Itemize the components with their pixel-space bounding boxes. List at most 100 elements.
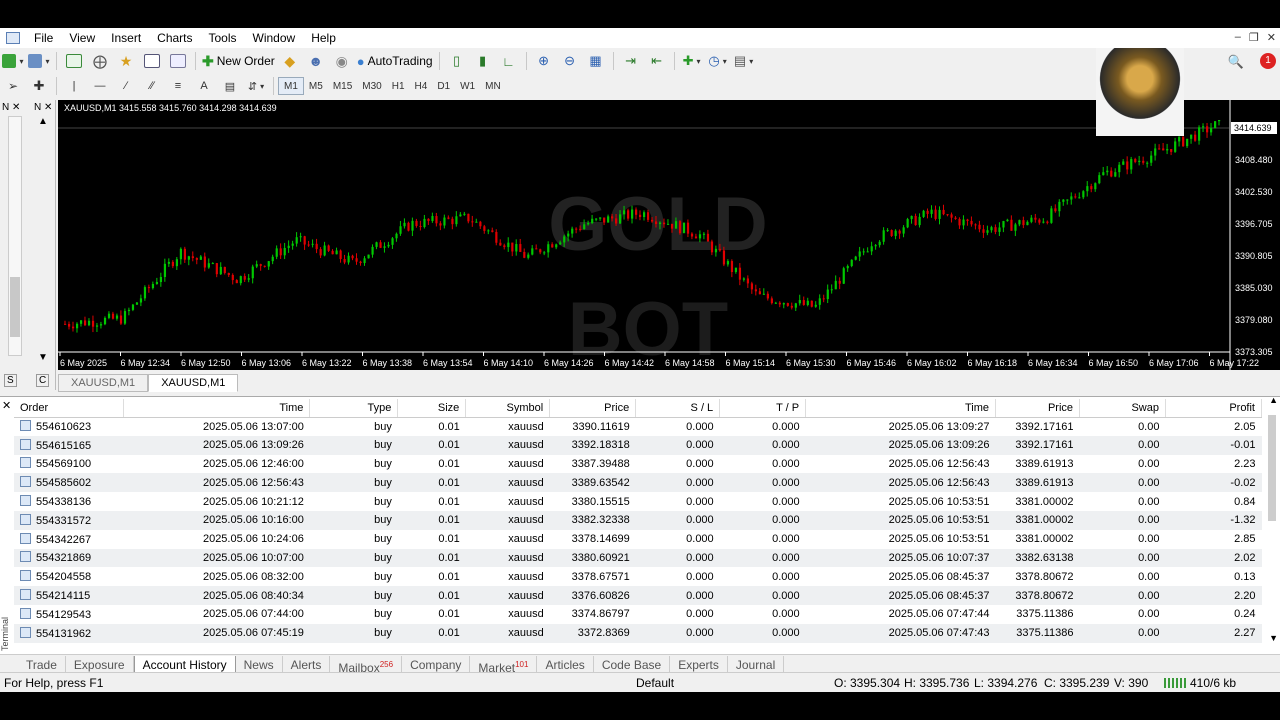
col-time[interactable]: Time (123, 399, 311, 418)
navigator-scrollbar[interactable] (8, 116, 22, 356)
table-row[interactable]: 554214115 2025.05.06 08:40:34 buy 0.01 xauus… (14, 586, 1262, 605)
new-chart-button[interactable]: ▾ (2, 51, 24, 71)
periods-button[interactable]: ◷ ▾ (707, 51, 729, 71)
tab-exposure[interactable]: Exposure (66, 655, 134, 674)
crosshair-button[interactable]: ✚ (28, 76, 50, 96)
horizontal-line-button[interactable]: — (89, 76, 111, 96)
scroll-down-icon[interactable]: ▼ (1269, 633, 1278, 643)
scroll-up-icon[interactable]: ▲ (38, 116, 48, 127)
templates-button[interactable]: ▤ ▾ (733, 51, 755, 71)
search-icon[interactable]: 🔍 (1228, 54, 1244, 70)
tab-experts[interactable]: Experts (670, 655, 728, 674)
trendline-button[interactable]: ∕ (115, 76, 137, 96)
col-close-price[interactable]: Price (995, 399, 1081, 418)
tab-code-base[interactable]: Code Base (594, 655, 671, 674)
col-sl[interactable]: S / L (635, 399, 721, 418)
navigator-tab-2[interactable]: N ✕ (34, 102, 52, 113)
market-watch-button[interactable] (63, 51, 85, 71)
close-terminal-icon[interactable]: ✕ (2, 399, 11, 412)
tab-journal[interactable]: Journal (728, 655, 785, 674)
autoscroll-button[interactable]: ⇥ (620, 51, 642, 71)
timeframe-w1[interactable]: W1 (455, 77, 480, 95)
new-order-button[interactable]: ✚ New Order (202, 51, 275, 71)
col-close-time[interactable]: Time (805, 399, 997, 418)
tab-mailbox[interactable]: Mailbox256 (330, 655, 403, 675)
data-window-button[interactable]: ⨁ (89, 51, 111, 71)
table-row[interactable]: 554338136 2025.05.06 10:21:12 buy 0.01 xauus… (14, 492, 1262, 511)
autotrading-button[interactable]: ● AutoTrading (357, 51, 433, 71)
table-row[interactable]: 554204558 2025.05.06 08:32:00 buy 0.01 xauus… (14, 567, 1262, 586)
table-row[interactable]: 554610623 2025.05.06 13:07:00 buy 0.01 xauus… (14, 417, 1262, 436)
timeframe-m5[interactable]: M5 (304, 77, 328, 95)
menu-insert[interactable]: Insert (103, 31, 149, 45)
col-size[interactable]: Size (397, 399, 467, 418)
candlestick-button[interactable]: ▮ (472, 51, 494, 71)
terminal-button[interactable] (141, 51, 163, 71)
zoom-out-button[interactable]: ⊖ (559, 51, 581, 71)
col-profit[interactable]: Profit (1165, 399, 1263, 418)
timeframe-m15[interactable]: M15 (328, 77, 357, 95)
col-type[interactable]: Type (309, 399, 399, 418)
channel-button[interactable]: ∕∕ (141, 76, 163, 96)
timeframe-h4[interactable]: H4 (410, 77, 433, 95)
fibonacci-button[interactable]: ≡ (167, 76, 189, 96)
col-symbol[interactable]: Symbol (465, 399, 551, 418)
text-button[interactable]: A (193, 76, 215, 96)
candlestick-chart[interactable]: GOLDBOT3414.6393408.4803402.5303396.7053… (58, 100, 1280, 370)
table-row[interactable]: 554131962 2025.05.06 07:45:19 buy 0.01 xauus… (14, 623, 1262, 643)
minimize-icon[interactable]: – (1235, 31, 1241, 44)
table-row[interactable]: 554129543 2025.05.06 07:44:00 buy 0.01 xauus… (14, 605, 1262, 624)
tab-trade[interactable]: Trade (18, 655, 66, 674)
col-swap[interactable]: Swap (1079, 399, 1166, 418)
tab-news[interactable]: News (236, 655, 283, 674)
terminal-scrollbar[interactable]: ▲ ▼ (1266, 395, 1278, 645)
tab-articles[interactable]: Articles (537, 655, 594, 674)
chart-tab-2[interactable]: XAUUSD,M1 (148, 374, 239, 392)
signals-button[interactable]: ◉ (331, 51, 353, 71)
indicators-button[interactable]: ✚ ▾ (681, 51, 703, 71)
table-row[interactable]: 554569100 2025.05.06 12:46:00 buy 0.01 xauus… (14, 455, 1262, 474)
navigator-button[interactable]: ★ (115, 51, 137, 71)
tab-company[interactable]: Company (402, 655, 471, 674)
table-row[interactable]: 554321869 2025.05.06 10:07:00 buy 0.01 xauus… (14, 548, 1262, 568)
line-chart-button[interactable]: ∟ (498, 51, 520, 71)
restore-icon[interactable]: ❐ (1249, 31, 1259, 44)
timeframe-m1[interactable]: M1 (278, 77, 304, 95)
scroll-down-icon[interactable]: ▼ (38, 352, 48, 363)
notification-badge[interactable]: 1 (1260, 53, 1276, 69)
table-row[interactable]: 554342267 2025.05.06 10:24:06 buy 0.01 xauus… (14, 530, 1262, 549)
timeframe-d1[interactable]: D1 (432, 77, 455, 95)
menu-file[interactable]: File (26, 31, 61, 45)
metaeditor-button[interactable]: ◆ (279, 51, 301, 71)
bar-chart-button[interactable]: ▯ (446, 51, 468, 71)
arrows-button[interactable]: ⇵ ▾ (245, 76, 267, 96)
menu-view[interactable]: View (61, 31, 103, 45)
menu-tools[interactable]: Tools (201, 31, 245, 45)
col-price[interactable]: Price (549, 399, 637, 418)
vertical-line-button[interactable]: | (63, 76, 85, 96)
timeframe-mn[interactable]: MN (480, 77, 506, 95)
zoom-in-button[interactable]: ⊕ (533, 51, 555, 71)
tab-alerts[interactable]: Alerts (283, 655, 331, 674)
terminal-scroll-thumb[interactable] (1268, 415, 1276, 521)
navigator-tab[interactable]: N ✕ (2, 102, 20, 113)
community-button[interactable]: ☻ (305, 51, 327, 71)
timeframe-h1[interactable]: H1 (387, 77, 410, 95)
menu-window[interactable]: Window (245, 31, 304, 45)
tile-windows-button[interactable]: ▦ (585, 51, 607, 71)
scroll-up-icon[interactable]: ▲ (1269, 395, 1278, 405)
cursor-button[interactable]: ➢ (2, 76, 24, 96)
col-order[interactable]: Order (14, 399, 125, 418)
close-icon[interactable]: ✕ (1267, 31, 1276, 44)
col-tp[interactable]: T / P (719, 399, 807, 418)
strategy-tester-button[interactable] (167, 51, 189, 71)
tab-market[interactable]: Market101 (470, 655, 538, 675)
tab-account-history[interactable]: Account History (133, 655, 236, 674)
table-row[interactable]: 554615165 2025.05.06 13:09:26 buy 0.01 xauus… (14, 435, 1262, 455)
label-button[interactable]: ▤ (219, 76, 241, 96)
chart-tab-1[interactable]: XAUUSD,M1 (58, 374, 149, 392)
profiles-button[interactable]: ▾ (28, 51, 50, 71)
market-watch-tab-s[interactable]: S (4, 374, 17, 387)
menu-charts[interactable]: Charts (149, 31, 200, 45)
timeframe-m30[interactable]: M30 (357, 77, 386, 95)
